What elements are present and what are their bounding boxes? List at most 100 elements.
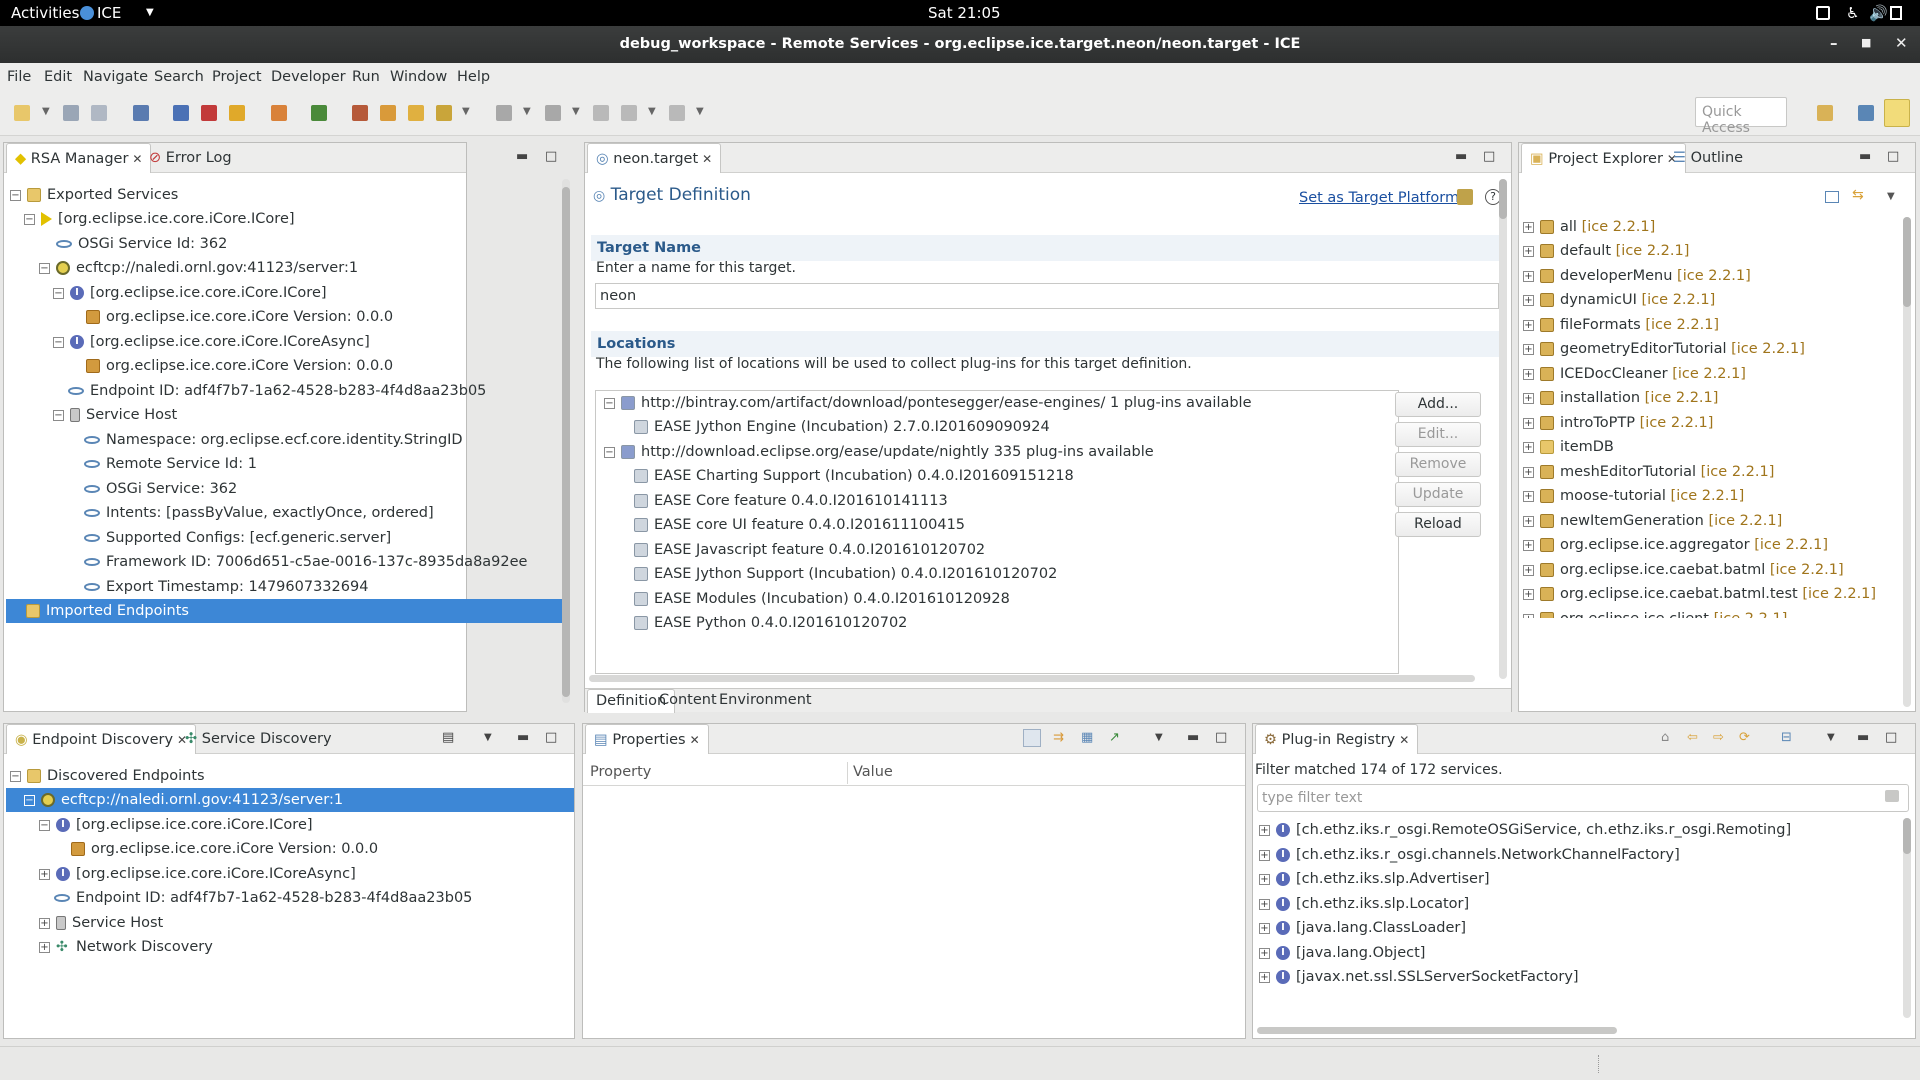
- chevron-down-icon[interactable]: ▼: [572, 106, 580, 117]
- plugin-icon[interactable]: [352, 105, 368, 121]
- save-all-icon[interactable]: [91, 105, 107, 121]
- close-icon[interactable]: ✕: [690, 733, 700, 747]
- open-icon[interactable]: [408, 105, 424, 121]
- collapse-icon[interactable]: −: [53, 336, 64, 348]
- console-icon[interactable]: [133, 105, 149, 121]
- target-name-input[interactable]: neon: [595, 283, 1499, 309]
- clear-filter-icon[interactable]: [1885, 790, 1899, 802]
- feature-row[interactable]: EASE Core feature 0.4.0.I201610141113: [634, 489, 948, 513]
- chevron-down-icon[interactable]: ▼: [696, 106, 704, 117]
- prev-annotation-icon[interactable]: [545, 105, 561, 121]
- tree-row[interactable]: Export Timestamp: 1479607332694: [84, 575, 368, 599]
- expand-icon[interactable]: +: [1523, 368, 1534, 380]
- menu-edit[interactable]: Edit: [44, 69, 72, 85]
- collapse-icon[interactable]: −: [39, 262, 50, 274]
- feature-row[interactable]: EASE Javascript feature 0.4.0.I201610120…: [634, 538, 985, 562]
- expand-icon[interactable]: +: [39, 941, 50, 953]
- tree-row[interactable]: − I [org.eclipse.ice.core.iCore.ICore]: [53, 281, 327, 305]
- minimize-icon[interactable]: ▬: [517, 730, 529, 745]
- tree-row-selected[interactable]: Imported Endpoints: [6, 599, 563, 623]
- perspective-rsa-icon[interactable]: [1884, 99, 1910, 127]
- package-icon[interactable]: [380, 105, 396, 121]
- table-icon[interactable]: ▦: [1081, 730, 1093, 745]
- project-row[interactable]: + newItemGeneration [ice 2.2.1]: [1523, 509, 1782, 533]
- tab-rsa-manager[interactable]: ◆ RSA Manager ✕: [6, 143, 152, 173]
- collapse-all-icon[interactable]: ⊟: [1781, 730, 1792, 745]
- export-icon[interactable]: [1457, 189, 1473, 205]
- expand-icon[interactable]: +: [1259, 922, 1270, 934]
- project-row[interactable]: + introToPTP [ice 2.2.1]: [1523, 411, 1713, 435]
- tree-row[interactable]: org.eclipse.ice.core.iCore Version: 0.0.…: [71, 837, 378, 861]
- project-row[interactable]: + fileFormats [ice 2.2.1]: [1523, 313, 1719, 337]
- tree-row[interactable]: OSGi Service: 362: [84, 477, 237, 501]
- expand-icon[interactable]: +: [1523, 539, 1534, 551]
- tree-row[interactable]: Supported Configs: [ecf.generic.server]: [84, 526, 391, 550]
- expand-icon[interactable]: +: [1259, 873, 1270, 885]
- clock[interactable]: Sat 21:05: [928, 4, 1001, 22]
- new-icon[interactable]: [14, 105, 30, 121]
- search-icon[interactable]: [311, 105, 327, 121]
- maximize-icon[interactable]: □: [545, 149, 557, 164]
- expand-icon[interactable]: +: [1523, 343, 1534, 355]
- tree-row[interactable]: OSGi Service Id: 362: [56, 232, 227, 256]
- project-row[interactable]: + org.eclipse.ice.caebat.batml [ice 2.2.1…: [1523, 558, 1844, 582]
- filter-icon[interactable]: ⇉: [1053, 730, 1064, 745]
- expand-icon[interactable]: +: [1259, 947, 1270, 959]
- feature-row[interactable]: EASE Jython Support (Incubation) 0.4.0.I…: [634, 562, 1057, 586]
- chevron-down-icon[interactable]: ▼: [648, 106, 656, 117]
- next-annotation-icon[interactable]: [496, 105, 512, 121]
- project-row[interactable]: + org.eclipse.ice.client [ice 2.2.1]: [1523, 607, 1787, 618]
- location-row[interactable]: − http://download.eclipse.org/ease/update…: [604, 440, 1154, 464]
- collapse-icon[interactable]: −: [53, 409, 64, 421]
- project-row[interactable]: + itemDB: [1523, 435, 1614, 459]
- project-row[interactable]: + geometryEditorTutorial [ice 2.2.1]: [1523, 337, 1805, 361]
- expand-icon[interactable]: +: [1259, 898, 1270, 910]
- scrollbar[interactable]: [562, 179, 570, 703]
- feature-row[interactable]: EASE core UI feature 0.4.0.I201611100415: [634, 513, 965, 537]
- tree-row[interactable]: − ecftcp://naledi.ornl.gov:41123/server:1: [39, 256, 358, 280]
- expand-icon[interactable]: +: [1523, 490, 1534, 502]
- project-row[interactable]: + ICEDocCleaner [ice 2.2.1]: [1523, 362, 1746, 386]
- tab-endpoint-discovery[interactable]: ◉ Endpoint Discovery ✕: [6, 724, 197, 754]
- expand-icon[interactable]: +: [1523, 245, 1534, 257]
- open-perspective-icon[interactable]: [1817, 105, 1833, 121]
- accessibility-icon[interactable]: ♿: [1846, 4, 1859, 22]
- tree-row[interactable]: + Service Host: [39, 911, 163, 935]
- home-icon[interactable]: ⌂: [1661, 730, 1669, 745]
- expand-icon[interactable]: +: [1523, 441, 1534, 453]
- tree-row-selected[interactable]: − ecftcp://naledi.ornl.gov:41123/server:1: [6, 788, 574, 812]
- close-button[interactable]: ✕: [1895, 34, 1908, 52]
- expand-icon[interactable]: +: [1523, 588, 1534, 600]
- expand-icon[interactable]: +: [1523, 319, 1534, 331]
- tab-service-discovery[interactable]: ✣ Service Discovery: [177, 724, 340, 754]
- tree-row[interactable]: org.eclipse.ice.core.iCore Version: 0.0.…: [86, 354, 393, 378]
- back-icon[interactable]: [621, 105, 637, 121]
- app-menu[interactable]: ICE: [97, 4, 121, 22]
- remove-button[interactable]: Remove: [1395, 452, 1481, 477]
- feature-row[interactable]: EASE Python 0.4.0.I201610120702: [634, 611, 907, 635]
- reload-button[interactable]: Reload: [1395, 512, 1481, 537]
- maximize-icon[interactable]: □: [1215, 730, 1227, 745]
- project-row[interactable]: + all [ice 2.2.1]: [1523, 215, 1655, 239]
- tree-row[interactable]: − [org.eclipse.ice.core.iCore.ICore]: [24, 207, 295, 231]
- wand-icon[interactable]: [436, 105, 452, 121]
- registry-row[interactable]: + I [java.lang.Object]: [1259, 941, 1425, 965]
- collapse-icon[interactable]: −: [10, 189, 21, 201]
- registry-row[interactable]: + I [java.lang.ClassLoader]: [1259, 916, 1466, 940]
- chart-icon[interactable]: [271, 105, 287, 121]
- minimize-icon[interactable]: ▬: [1187, 730, 1199, 745]
- tree-row[interactable]: + I [org.eclipse.ice.core.iCore.ICoreAsync…: [39, 862, 356, 886]
- tree-row[interactable]: org.eclipse.ice.core.iCore Version: 0.0.…: [86, 305, 393, 329]
- close-icon[interactable]: ✕: [702, 152, 712, 166]
- tab-environment[interactable]: Environment: [711, 689, 820, 713]
- collapse-all-icon[interactable]: [1825, 191, 1839, 203]
- expand-icon[interactable]: +: [39, 917, 50, 929]
- close-icon[interactable]: ✕: [1399, 733, 1409, 747]
- arrow-icon[interactable]: [229, 105, 245, 121]
- expand-icon[interactable]: +: [1259, 824, 1270, 836]
- registry-row[interactable]: + I [ch.ethz.iks.slp.Locator]: [1259, 892, 1469, 916]
- project-row[interactable]: + dynamicUI [ice 2.2.1]: [1523, 288, 1715, 312]
- tree-row[interactable]: Framework ID: 7006d651-c5ae-0016-137c-89…: [84, 550, 527, 574]
- tab-properties[interactable]: ▤ Properties ✕: [585, 724, 709, 754]
- tree-row[interactable]: Remote Service Id: 1: [84, 452, 257, 476]
